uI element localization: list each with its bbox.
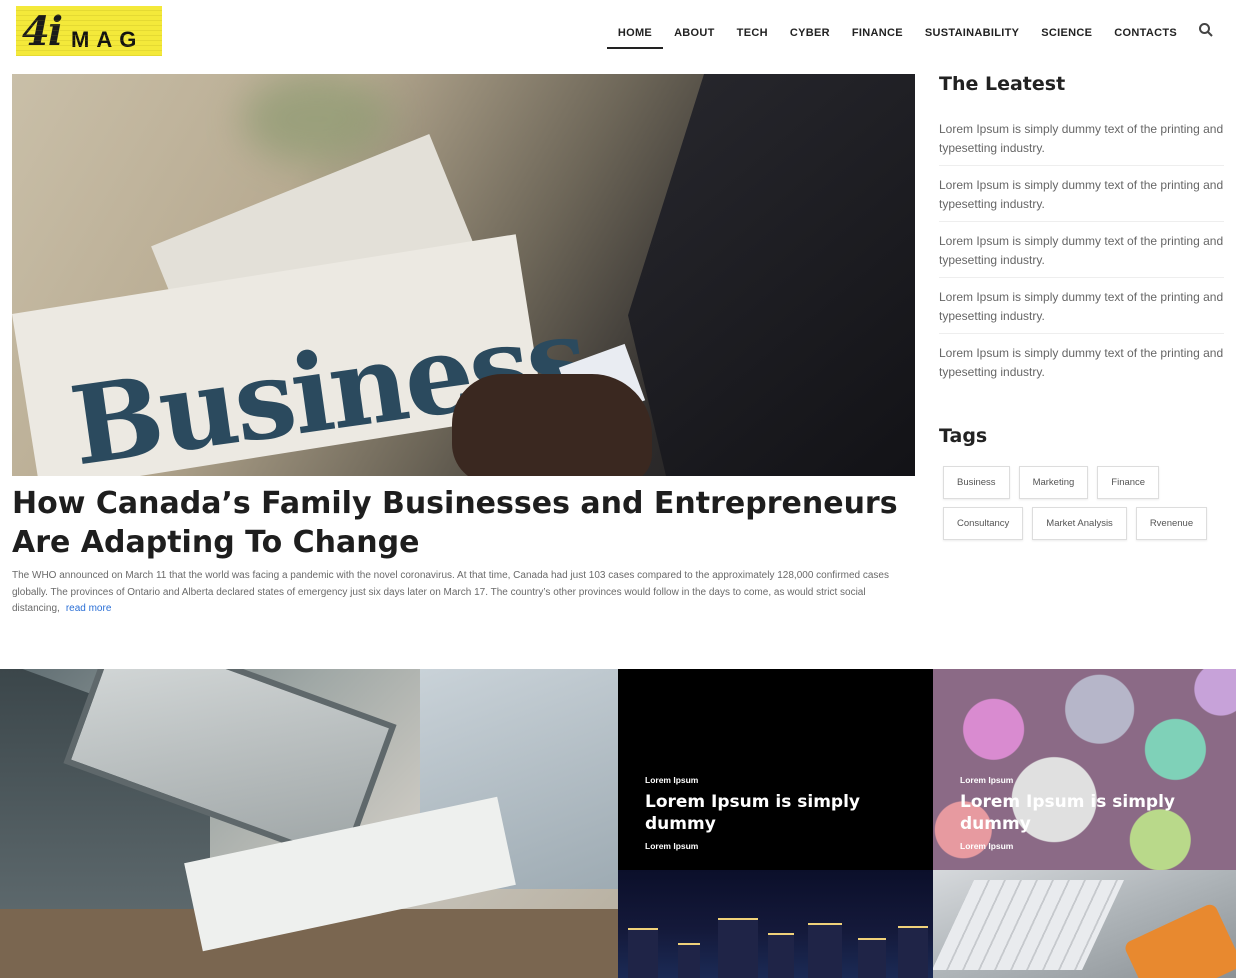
nav-item-science[interactable]: SCIENCE — [1030, 24, 1103, 49]
feature-image-city-night[interactable] — [618, 870, 933, 978]
logo-text: MAG — [71, 27, 144, 52]
nav-item-home[interactable]: HOME — [606, 24, 664, 49]
card-category[interactable]: Lorem Ipsum — [645, 775, 905, 785]
card-clocks[interactable]: Lorem Ipsum Lorem Ipsum is simply dummy … — [933, 669, 1236, 870]
building — [898, 926, 928, 978]
nav-item-contacts[interactable]: CONTACTS — [1103, 24, 1188, 49]
tag-cloud: Business Marketing Finance Consultancy M… — [943, 466, 1228, 540]
feature-image-keyboard-phone[interactable] — [933, 870, 1236, 978]
card-subtitle: Lorem Ipsum — [960, 841, 1014, 851]
building — [678, 943, 700, 978]
card-overlay: Lorem Ipsum Lorem Ipsum is simply dummy … — [960, 775, 1220, 851]
tags-title: Tags — [939, 425, 988, 447]
tag-consultancy[interactable]: Consultancy — [943, 507, 1024, 540]
background-plant — [242, 74, 392, 164]
hero-title[interactable]: How Canada’s Family Businesses and Entre… — [12, 484, 912, 562]
main-nav: HOME ABOUT TECH CYBER FINANCE SUSTAINABI… — [606, 24, 1188, 49]
hero-image[interactable]: Business — [12, 74, 915, 476]
tag-marketing[interactable]: Marketing — [1018, 466, 1089, 499]
card-subtitle: Lorem Ipsum — [645, 841, 699, 851]
hero-excerpt: The WHO announced on March 11 that the w… — [12, 568, 917, 618]
latest-item[interactable]: Lorem Ipsum is simply dummy text of the … — [939, 286, 1224, 334]
phone — [1122, 902, 1236, 978]
latest-list: Lorem Ipsum is simply dummy text of the … — [939, 118, 1224, 398]
keyboard — [933, 880, 1124, 970]
nav-item-tech[interactable]: TECH — [726, 24, 779, 49]
site-header: 4i MAG HOME ABOUT TECH CYBER FINANCE SUS… — [0, 0, 1236, 70]
building — [808, 923, 842, 978]
latest-item[interactable]: Lorem Ipsum is simply dummy text of the … — [939, 118, 1224, 166]
tag-finance[interactable]: Finance — [1097, 466, 1160, 499]
search-icon[interactable] — [1198, 22, 1214, 38]
building — [628, 928, 658, 978]
latest-title: The Leatest — [939, 73, 1066, 95]
nav-item-sustainability[interactable]: SUSTAINABILITY — [914, 24, 1030, 49]
nav-item-about[interactable]: ABOUT — [663, 24, 726, 49]
latest-item[interactable]: Lorem Ipsum is simply dummy text of the … — [939, 230, 1224, 278]
card-title[interactable]: Lorem Ipsum is simply dummy — [960, 791, 1220, 835]
card-black[interactable]: Lorem Ipsum Lorem Ipsum is simply dummy … — [618, 669, 933, 870]
latest-item[interactable]: Lorem Ipsum is simply dummy text of the … — [939, 174, 1224, 222]
hero-excerpt-text: The WHO announced on March 11 that the w… — [12, 570, 889, 615]
building — [718, 918, 758, 978]
card-title[interactable]: Lorem Ipsum is simply dummy — [645, 791, 905, 835]
hand — [452, 374, 652, 476]
building — [858, 938, 886, 978]
site-logo[interactable]: 4i MAG — [16, 6, 162, 56]
tag-market-analysis[interactable]: Market Analysis — [1032, 507, 1127, 540]
feature-image-office[interactable] — [0, 669, 618, 978]
tag-rvenenue[interactable]: Rvenenue — [1135, 507, 1208, 540]
building — [768, 933, 794, 978]
card-category[interactable]: Lorem Ipsum — [960, 775, 1220, 785]
read-more-link[interactable]: read more — [66, 603, 112, 614]
tag-business[interactable]: Business — [943, 466, 1010, 499]
nav-item-finance[interactable]: FINANCE — [841, 24, 914, 49]
card-overlay: Lorem Ipsum Lorem Ipsum is simply dummy … — [645, 775, 905, 851]
latest-item[interactable]: Lorem Ipsum is simply dummy text of the … — [939, 342, 1224, 390]
logo-number: 4i — [22, 8, 63, 55]
nav-item-cyber[interactable]: CYBER — [779, 24, 841, 49]
